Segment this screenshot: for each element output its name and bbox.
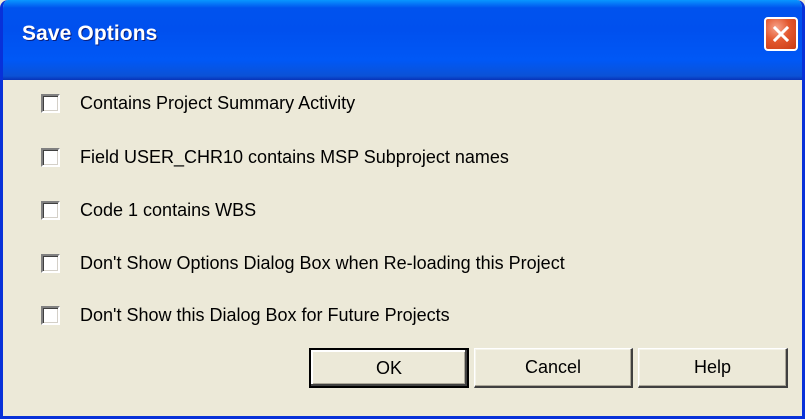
option-user-chr10-subprojects[interactable]: Field USER_CHR10 contains MSP Subproject… <box>41 144 509 170</box>
option-label: Code 1 contains WBS <box>80 199 257 220</box>
dialog-body: Contains Project Summary Activity Field … <box>3 80 802 416</box>
dont-show-reload-checkbox[interactable] <box>41 253 60 273</box>
option-dont-show-reload[interactable]: Don't Show Options Dialog Box when Re-lo… <box>41 250 565 276</box>
project-summary-checkbox[interactable] <box>41 93 60 113</box>
dialog-title: Save Options <box>22 22 158 45</box>
help-button[interactable]: Help <box>638 348 788 388</box>
dont-show-future-checkbox[interactable] <box>41 305 60 325</box>
user-chr10-checkbox[interactable] <box>41 147 60 167</box>
ok-button[interactable]: OK <box>309 348 469 388</box>
save-options-dialog: Save Options Contains Project Summary Ac… <box>0 0 805 419</box>
code1-wbs-checkbox[interactable] <box>41 200 60 220</box>
option-label: Contains Project Summary Activity <box>80 92 356 113</box>
title-bar[interactable]: Save Options <box>3 0 802 80</box>
option-project-summary-activity[interactable]: Contains Project Summary Activity <box>41 90 355 116</box>
close-icon <box>772 25 790 43</box>
option-label: Field USER_CHR10 contains MSP Subproject… <box>80 146 509 167</box>
option-dont-show-future[interactable]: Don't Show this Dialog Box for Future Pr… <box>41 302 450 328</box>
option-label: Don't Show this Dialog Box for Future Pr… <box>80 304 450 325</box>
close-button[interactable] <box>764 17 798 51</box>
cancel-button[interactable]: Cancel <box>474 348 633 388</box>
option-code1-wbs[interactable]: Code 1 contains WBS <box>41 197 256 223</box>
option-label: Don't Show Options Dialog Box when Re-lo… <box>80 252 565 273</box>
